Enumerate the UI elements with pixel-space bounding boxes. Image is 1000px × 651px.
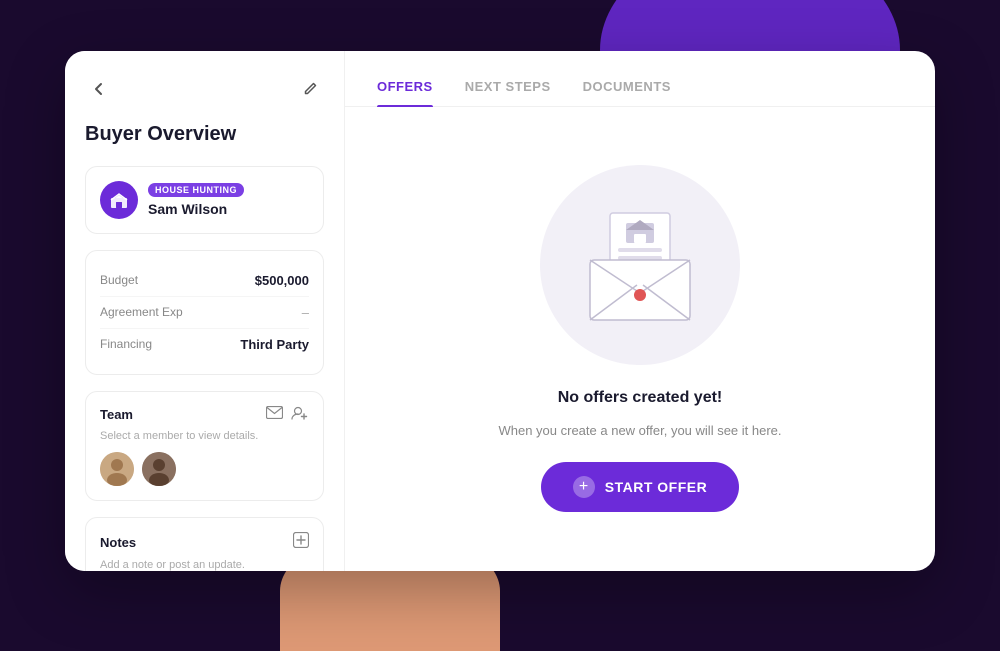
financing-value: Third Party	[240, 337, 309, 352]
notes-card: Notes Add a note or post an update.	[85, 517, 324, 571]
add-member-button[interactable]	[291, 406, 309, 424]
buyer-badge: HOUSE HUNTING	[148, 183, 244, 197]
page-title: Buyer Overview	[85, 123, 324, 146]
detail-row-agreement: Agreement Exp –	[100, 297, 309, 329]
tab-next-steps[interactable]: NEXT STEPS	[465, 67, 551, 106]
main-card: Buyer Overview HOUSE HUNTING Sam Wilson …	[65, 51, 935, 571]
empty-state: No offers created yet! When you create a…	[345, 107, 935, 571]
agreement-value: –	[302, 305, 309, 320]
envelope-illustration	[540, 165, 740, 365]
budget-value: $500,000	[255, 273, 309, 288]
team-avatars	[100, 452, 309, 486]
tab-documents[interactable]: DOCUMENTS	[583, 67, 671, 106]
team-header: Team	[100, 406, 309, 424]
agreement-label: Agreement Exp	[100, 305, 183, 319]
tab-offers[interactable]: OFFERS	[377, 67, 433, 106]
team-card: Team	[85, 391, 324, 501]
budget-label: Budget	[100, 273, 138, 287]
buyer-avatar	[100, 181, 138, 219]
team-icons	[266, 406, 309, 424]
email-team-button[interactable]	[266, 406, 283, 423]
team-avatar-1[interactable]	[100, 452, 134, 486]
plus-icon: +	[573, 476, 595, 498]
details-card: Budget $500,000 Agreement Exp – Financin…	[85, 250, 324, 375]
sidebar: Buyer Overview HOUSE HUNTING Sam Wilson …	[65, 51, 345, 571]
buyer-info: HOUSE HUNTING Sam Wilson	[148, 183, 244, 217]
content-area: OFFERS NEXT STEPS DOCUMENTS	[345, 51, 935, 571]
detail-row-budget: Budget $500,000	[100, 265, 309, 297]
buyer-card: HOUSE HUNTING Sam Wilson	[85, 166, 324, 234]
tab-bar: OFFERS NEXT STEPS DOCUMENTS	[345, 67, 935, 107]
empty-state-subtitle: When you create a new offer, you will se…	[498, 423, 781, 438]
empty-state-title: No offers created yet!	[558, 389, 723, 407]
notes-header: Notes	[100, 532, 309, 553]
buyer-name: Sam Wilson	[148, 201, 244, 217]
team-subtitle: Select a member to view details.	[100, 430, 309, 442]
notes-title: Notes	[100, 535, 136, 550]
team-title: Team	[100, 407, 133, 422]
start-offer-button[interactable]: + START OFFER	[541, 462, 739, 512]
sidebar-header	[85, 75, 324, 103]
detail-row-financing: Financing Third Party	[100, 329, 309, 360]
start-offer-label: START OFFER	[605, 479, 707, 495]
edit-button[interactable]	[296, 75, 324, 103]
financing-label: Financing	[100, 337, 152, 351]
notes-subtitle: Add a note or post an update.	[100, 559, 309, 571]
team-avatar-2[interactable]	[142, 452, 176, 486]
add-note-button[interactable]	[293, 532, 309, 553]
back-button[interactable]	[85, 75, 113, 103]
